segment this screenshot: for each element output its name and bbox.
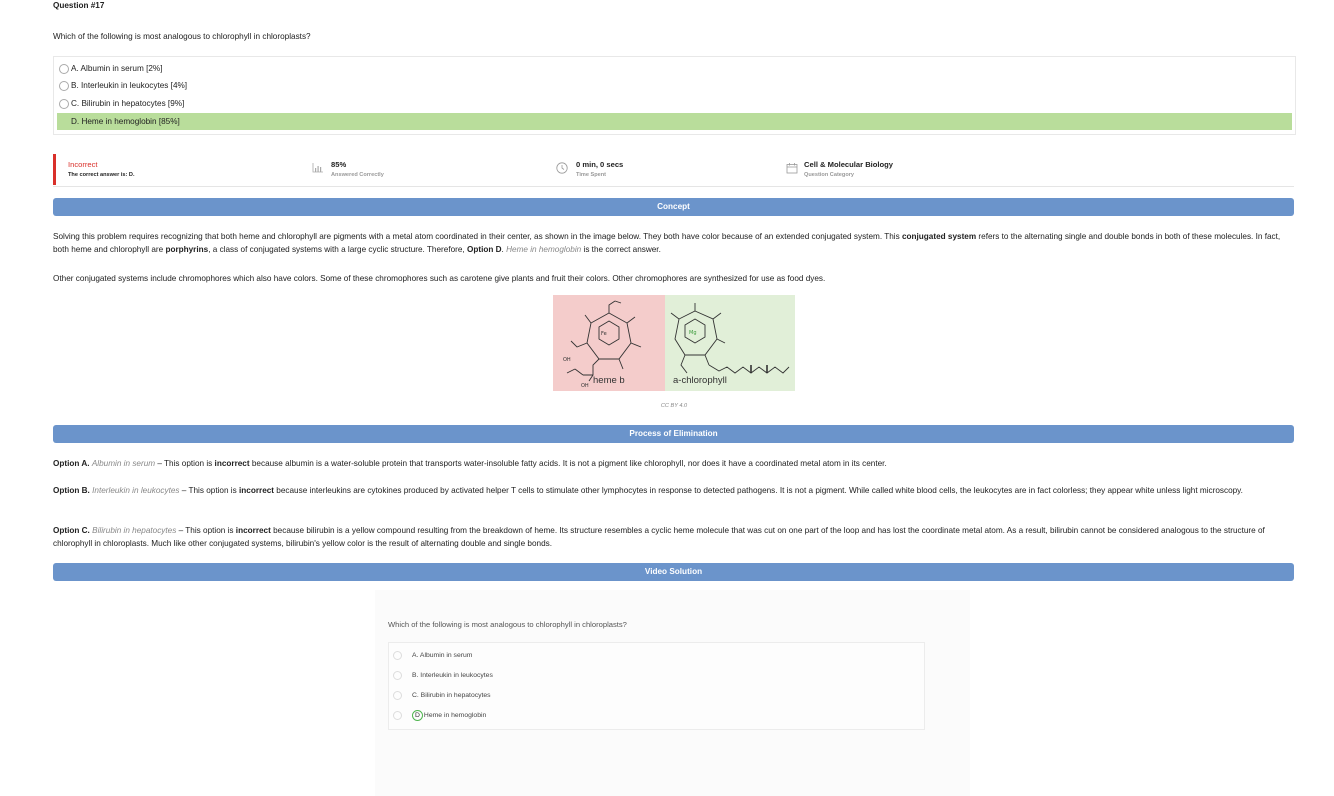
radio-icon — [393, 650, 402, 660]
option-c[interactable]: C. Bilirubin in hepatocytes [9%] — [57, 95, 1292, 112]
concept-paragraph-2: Other conjugated systems include chromop… — [53, 274, 826, 283]
elimination-banner[interactable]: Process of Elimination — [53, 425, 1294, 443]
result-text: Incorrect — [68, 160, 98, 169]
svg-text:OH: OH — [581, 383, 589, 389]
video-banner[interactable]: Video Solution — [53, 563, 1294, 581]
concept-paragraph: Solving this problem requires recognizin… — [53, 230, 1294, 256]
text: – This option is — [176, 526, 236, 535]
svg-text:OH: OH — [563, 357, 571, 363]
italic-term: Heme in hemoglobin — [506, 245, 582, 254]
heme-panel: Fe OH OH heme b — [553, 295, 665, 391]
option-label: A. Albumin in serum [2%] — [71, 64, 163, 73]
option-heading: Option A. — [53, 459, 90, 468]
result-stats: Incorrect The correct answer is: D. 85% … — [53, 154, 1294, 187]
elimination-option-a: Option A. Albumin in serum – This option… — [53, 457, 1294, 470]
video-question-text: Which of the following is most analogous… — [388, 620, 627, 629]
option-d-correct[interactable]: D. Heme in hemoglobin [85%] — [57, 113, 1292, 130]
percent-stat: 85% Answered Correctly — [331, 160, 384, 178]
bold-term: conjugated system — [901, 232, 977, 241]
text: because albumin is a water-soluble prote… — [249, 459, 887, 468]
percent-label: Answered Correctly — [331, 172, 384, 178]
concept-banner[interactable]: Concept — [53, 198, 1294, 216]
chlorophyll-label: a-chlorophyll — [673, 375, 727, 386]
option-b[interactable]: B. Interleukin in leukocytes [4%] — [57, 77, 1292, 94]
svg-text:Fe: Fe — [601, 331, 607, 337]
correct-answer-text: The correct answer is: D. — [68, 172, 135, 178]
option-label: D. Heme in hemoglobin [85%] — [71, 117, 180, 126]
video-option-label: A. Albumin in serum — [412, 652, 473, 659]
option-name: Albumin in serum — [91, 459, 156, 468]
clock-icon — [556, 162, 568, 174]
option-name: Interleukin in leukocytes — [92, 486, 180, 495]
text: – This option is — [179, 486, 239, 495]
video-player[interactable]: Which of the following is most analogous… — [375, 590, 970, 796]
bold-term: incorrect — [214, 459, 250, 468]
radio-icon — [393, 670, 402, 680]
question-text: Which of the following is most analogous… — [53, 32, 311, 41]
video-option-label: Heme in hemoglobin — [423, 712, 487, 719]
category-value: Cell & Molecular Biology — [804, 160, 894, 169]
bold-term: Option D — [466, 245, 502, 254]
question-number: Question #17 — [53, 1, 105, 10]
percent-value: 85% — [331, 160, 347, 169]
image-caption: CC BY 4.0 — [660, 403, 688, 409]
chlorophyll-panel: Mg a-chlorophyll — [665, 295, 795, 391]
svg-text:Mg: Mg — [689, 330, 697, 336]
radio-icon[interactable] — [59, 63, 69, 74]
video-option-b: B. Interleukin in leukocytes — [393, 666, 493, 686]
bold-term: porphyrins — [165, 245, 209, 254]
answer-options: A. Albumin in serum [2%] B. Interleukin … — [53, 56, 1296, 135]
bold-term: incorrect — [235, 526, 271, 535]
elimination-option-c: Option C. Bilirubin in hepatocytes – Thi… — [53, 524, 1294, 550]
porphyrin-figure: Fe OH OH heme b Mg a-chlorophyll — [553, 295, 795, 391]
calendar-icon — [786, 163, 798, 174]
bar-chart-icon — [312, 163, 323, 173]
video-options: A. Albumin in serum B. Interleukin in le… — [388, 642, 925, 730]
radio-icon[interactable] — [59, 117, 69, 127]
heme-label: heme b — [593, 375, 625, 386]
radio-icon[interactable] — [59, 98, 69, 109]
bold-term: incorrect — [238, 486, 275, 495]
text: – This option is — [155, 459, 215, 468]
option-heading: Option B. — [53, 486, 90, 495]
radio-icon[interactable] — [59, 80, 69, 91]
incorrect-indicator — [53, 154, 56, 185]
text: Solving this problem requires recognizin… — [53, 232, 902, 241]
category-label: Question Category — [804, 172, 855, 178]
elimination-option-b: Option B. Interleukin in leukocytes – Th… — [53, 484, 1294, 497]
option-label: B. Interleukin in leukocytes [4%] — [71, 81, 188, 90]
time-value: 0 min, 0 secs — [576, 160, 624, 169]
video-option-label: B. Interleukin in leukocytes — [412, 672, 493, 679]
option-a[interactable]: A. Albumin in serum [2%] — [57, 60, 1292, 77]
option-heading: Option C. — [53, 526, 90, 535]
time-label: Time Spent — [576, 172, 607, 178]
text: , a class of conjugated systems with a l… — [208, 245, 467, 254]
option-name: Bilirubin in hepatocytes — [92, 526, 177, 535]
radio-icon — [393, 710, 402, 720]
radio-icon — [393, 690, 402, 700]
time-stat: 0 min, 0 secs Time Spent — [576, 160, 623, 178]
option-label: C. Bilirubin in hepatocytes [9%] — [71, 99, 185, 108]
circled-letter-annotation: D — [412, 710, 423, 721]
text: is the correct answer. — [581, 245, 661, 254]
result-stat: Incorrect The correct answer is: D. — [68, 160, 135, 178]
video-option-c: C. Bilirubin in hepatocytes — [393, 686, 491, 706]
video-option-d: D Heme in hemoglobin — [393, 706, 486, 726]
video-option-a: A. Albumin in serum — [393, 646, 472, 666]
category-stat: Cell & Molecular Biology Question Catego… — [804, 160, 893, 178]
text: because interleukins are cytokines produ… — [274, 486, 1243, 495]
video-option-label: C. Bilirubin in hepatocytes — [412, 692, 491, 699]
